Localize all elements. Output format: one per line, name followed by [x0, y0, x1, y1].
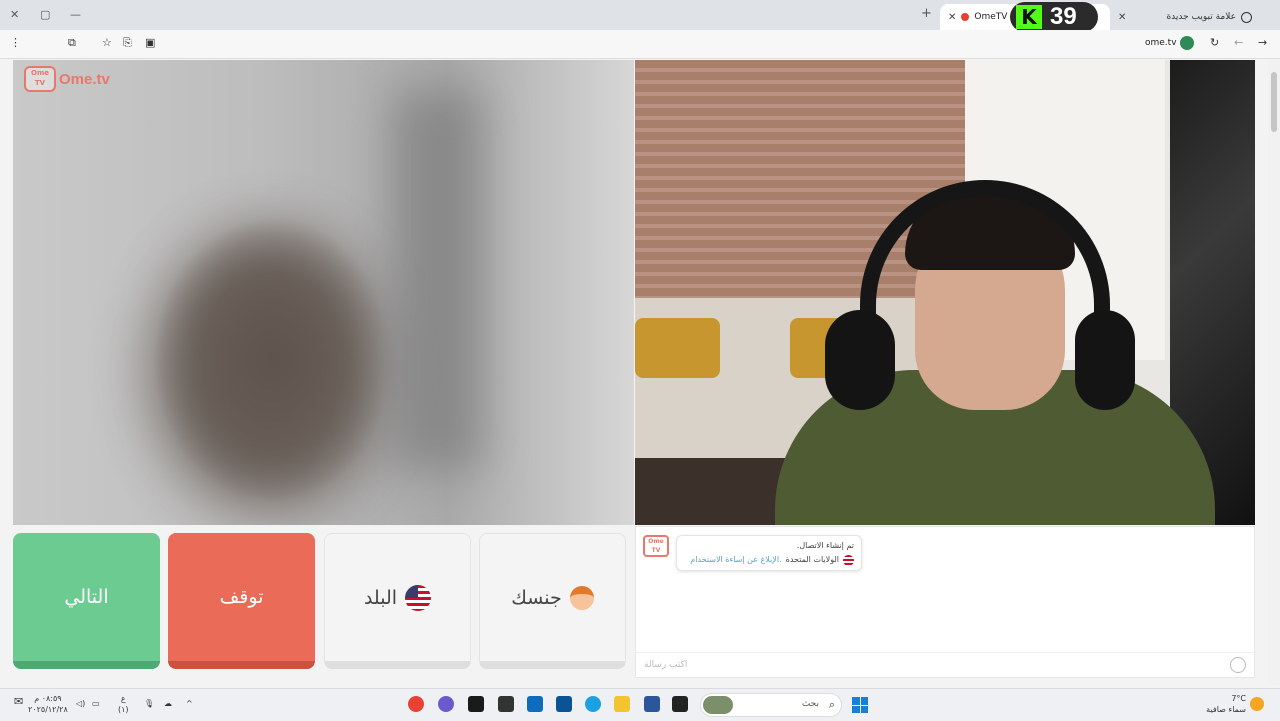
- stranger-video: Ome TV Ome.tv: [13, 60, 634, 525]
- minimize-window-icon[interactable]: —: [70, 8, 81, 21]
- country-button[interactable]: البلد: [324, 533, 471, 669]
- ometv-logo-icon: Ome TV: [24, 66, 56, 92]
- next-button[interactable]: التالي: [13, 533, 160, 669]
- clock[interactable]: ٠٨:٥٩ م ٢٠٢٥/١٢/٢٨: [28, 693, 68, 715]
- gender-button[interactable]: جنسك: [479, 533, 626, 669]
- menu-dots-icon[interactable]: ⋮: [10, 36, 21, 49]
- headphones-band: [860, 180, 1110, 380]
- windows-start-icon[interactable]: [852, 697, 868, 713]
- blurred-background-shape: [393, 90, 483, 470]
- maximize-window-icon[interactable]: ▢: [40, 8, 50, 21]
- country-button-label: البلد: [363, 586, 398, 609]
- outlook-icon[interactable]: [527, 696, 543, 712]
- chat-input[interactable]: اكتب رسالة: [636, 652, 1254, 677]
- search-highlight-image: [703, 696, 733, 714]
- headphone-cup: [825, 310, 895, 410]
- language-indicator[interactable]: ع (١): [118, 693, 129, 715]
- weather-moon-icon: [1250, 697, 1264, 711]
- taskbar: ✉ ٠٨:٥٩ م ٢٠٢٥/١٢/٢٨ ◁) ▭ ع (١) 🎙 ☁ ^ بح…: [0, 688, 1280, 721]
- tab-new-tab[interactable]: ✕ علامة تبويب جديدة: [1110, 4, 1260, 30]
- store-icon[interactable]: [556, 696, 572, 712]
- emoji-icon[interactable]: [1230, 657, 1246, 673]
- chat-panel: Ome TV تم إنشاء الاتصال. الإبلاغ عن إساء…: [635, 526, 1255, 678]
- microphone-icon[interactable]: 🎙: [144, 698, 154, 709]
- clock-date: ٢٠٢٥/١٢/٢٨: [28, 705, 68, 714]
- viewer-count: 39: [1050, 3, 1077, 30]
- self-video: [635, 60, 1255, 525]
- blurred-figure: [153, 230, 383, 510]
- connection-status-text: تم إنشاء الاتصال.: [796, 541, 854, 550]
- reload-icon[interactable]: ↻: [1210, 36, 1219, 49]
- photos-icon[interactable]: [644, 696, 660, 712]
- report-abuse-link[interactable]: الإبلاغ عن إساءة الاستخدام.: [690, 553, 781, 567]
- game-controller-icon[interactable]: [498, 696, 514, 712]
- bookmark-star-icon[interactable]: ☆: [102, 36, 112, 49]
- kick-logo-icon: K: [1016, 5, 1042, 29]
- search-label: بحث: [801, 699, 819, 709]
- send-to-device-icon[interactable]: ⎘: [123, 36, 132, 50]
- tab-title: علامة تبويب جديدة: [1166, 12, 1236, 22]
- next-button-label: التالي: [64, 586, 109, 608]
- us-flag-icon: [843, 554, 854, 566]
- weather-widget[interactable]: 7°C سماء صافية: [1200, 693, 1246, 715]
- ometv-logo: Ome TV Ome.tv: [24, 66, 110, 92]
- terminal-icon[interactable]: [672, 696, 688, 712]
- headphone-cup: [1075, 310, 1135, 410]
- ometv-logo-text: Ome.tv: [59, 70, 110, 88]
- url-text[interactable]: ome.tv: [1145, 38, 1177, 48]
- gender-button-label: جنسك: [511, 586, 562, 609]
- volume-icon[interactable]: ◁): [76, 698, 85, 709]
- stop-button[interactable]: توقف: [168, 533, 315, 669]
- clock-time: ٠٨:٥٩ م: [34, 694, 62, 703]
- close-tab-icon[interactable]: ✕: [948, 12, 956, 23]
- weather-temp: 7°C: [1231, 694, 1246, 703]
- screenshot-icon[interactable]: ▣: [145, 36, 155, 49]
- boy-face-icon: [569, 585, 594, 610]
- notification-icon[interactable]: ✉: [14, 696, 23, 707]
- edge-icon[interactable]: [585, 696, 601, 712]
- us-flag-icon: [405, 584, 432, 611]
- weather-desc: سماء صافية: [1206, 705, 1246, 714]
- stop-button-label: توقف: [219, 586, 264, 608]
- globe-icon: [1241, 11, 1252, 23]
- chrome-icon[interactable]: [408, 696, 424, 712]
- stranger-country: الولايات المتحدة: [785, 555, 839, 564]
- file-explorer-icon[interactable]: [614, 696, 630, 712]
- new-tab-button[interactable]: +: [921, 6, 932, 21]
- close-tab-icon[interactable]: ✕: [1118, 12, 1126, 23]
- pillow: [635, 318, 720, 378]
- scrollbar-thumb[interactable]: [1271, 72, 1277, 132]
- chevron-up-icon[interactable]: ^: [186, 698, 193, 709]
- language-code: ع: [120, 694, 126, 703]
- browser-tab-bar: ✕ ▢ — + ✕ OmeTV Vid ✕ علامة تبويب جديدة …: [0, 0, 1280, 32]
- forward-icon[interactable]: ←: [1234, 36, 1243, 49]
- person: [775, 180, 1215, 525]
- onedrive-icon[interactable]: ☁: [164, 698, 172, 709]
- page-scrollbar[interactable]: [1268, 60, 1280, 685]
- kick-overlay-badge: K 39: [1010, 2, 1098, 32]
- network-icon[interactable]: ▭: [92, 698, 100, 709]
- chat-input-placeholder: اكتب رسالة: [644, 660, 688, 670]
- taskbar-search[interactable]: بحث ⌕: [700, 693, 842, 717]
- messenger-icon[interactable]: [438, 696, 454, 712]
- ometv-favicon-icon: [961, 13, 970, 21]
- language-variant: (١): [118, 705, 129, 714]
- capcut-icon[interactable]: [468, 696, 484, 712]
- address-bar: ⋮ K ⧉ ☆ ⎘ ▣ ome.tv ↻ ← →: [0, 30, 1280, 79]
- extensions-icon[interactable]: ⧉: [68, 36, 76, 50]
- back-icon[interactable]: →: [1258, 36, 1267, 49]
- close-window-icon[interactable]: ✕: [10, 8, 19, 21]
- system-message: تم إنشاء الاتصال. الإبلاغ عن إساءة الاست…: [676, 535, 862, 571]
- site-info-icon[interactable]: [1180, 36, 1194, 50]
- search-icon: ⌕: [828, 698, 835, 711]
- ometv-chat-logo-icon: Ome TV: [643, 535, 669, 557]
